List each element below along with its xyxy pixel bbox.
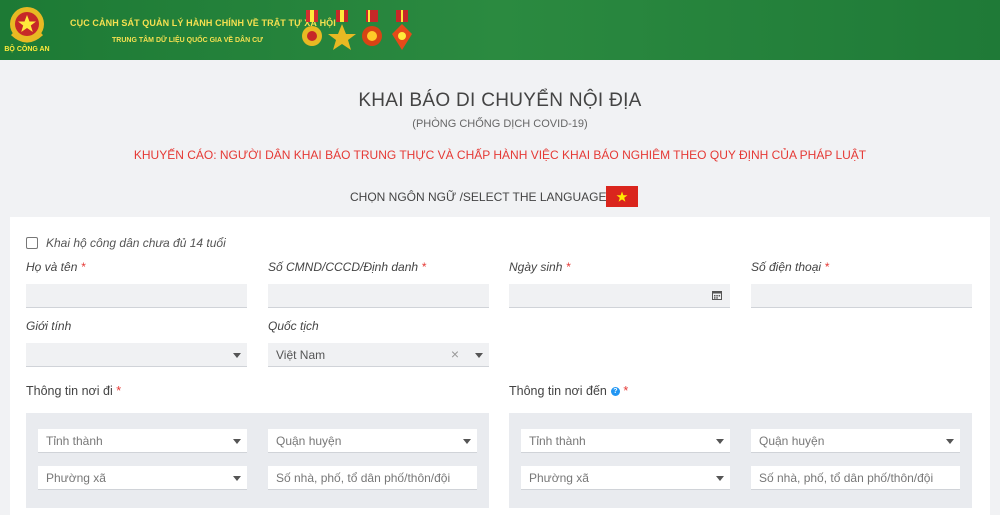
dob-input[interactable] bbox=[509, 284, 730, 308]
clear-icon[interactable]: × bbox=[451, 346, 459, 362]
site-header: BỘ CÔNG AN CỤC CẢNH SÁT QUẢN LÝ HÀNH CHÍ… bbox=[0, 0, 1000, 60]
org-name-line2: TRUNG TÂM DỮ LIỆU QUỐC GIA VỀ DÂN CƯ bbox=[112, 37, 263, 44]
chevron-down-icon bbox=[475, 353, 483, 358]
chevron-down-icon bbox=[463, 439, 471, 444]
logo-caption: BỘ CÔNG AN bbox=[4, 46, 50, 53]
id-number-label: Số CMND/CCCD/Định danh * bbox=[268, 260, 427, 274]
chevron-down-icon bbox=[233, 439, 241, 444]
nationality-label: Quốc tịch bbox=[268, 319, 319, 333]
minor-checkbox[interactable] bbox=[26, 237, 38, 249]
minor-declaration-row[interactable]: Khai hộ công dân chưa đủ 14 tuổi bbox=[26, 236, 226, 250]
full-name-label: Họ và tên * bbox=[26, 260, 86, 274]
destination-district-select[interactable]: Quận huyện bbox=[751, 429, 960, 453]
departure-ward-select[interactable]: Phường xã bbox=[38, 466, 247, 490]
language-label: CHỌN NGÔN NGỮ /SELECT THE LANGUAGE: bbox=[350, 190, 610, 204]
destination-ward-select[interactable]: Phường xã bbox=[521, 466, 730, 490]
destination-address-input[interactable]: Số nhà, phố, tổ dân phố/thôn/đội bbox=[751, 466, 960, 490]
vietnam-flag-language-button[interactable] bbox=[606, 186, 638, 207]
page-title: KHAI BÁO DI CHUYỂN NỘI ĐỊA bbox=[358, 90, 642, 111]
destination-section-label: Thông tin nơi đến? * bbox=[509, 384, 629, 398]
star-icon bbox=[616, 191, 628, 202]
dob-label: Ngày sinh * bbox=[509, 260, 571, 274]
calendar-icon[interactable] bbox=[712, 290, 722, 300]
chevron-down-icon bbox=[946, 439, 954, 444]
gender-select[interactable] bbox=[26, 343, 247, 367]
chevron-down-icon bbox=[716, 476, 724, 481]
medals-icon bbox=[302, 10, 412, 50]
nationality-value: Việt Nam bbox=[276, 348, 326, 362]
nationality-select[interactable]: Việt Nam × bbox=[268, 343, 489, 367]
phone-label: Số điện thoại * bbox=[751, 260, 830, 274]
phone-input[interactable] bbox=[751, 284, 972, 308]
departure-section-label: Thông tin nơi đi * bbox=[26, 384, 122, 398]
departure-district-select[interactable]: Quận huyện bbox=[268, 429, 477, 453]
chevron-down-icon bbox=[233, 476, 241, 481]
destination-province-select[interactable]: Tỉnh thành bbox=[521, 429, 730, 453]
full-name-input[interactable] bbox=[26, 284, 247, 308]
help-icon[interactable]: ? bbox=[610, 387, 620, 397]
warning-notice: KHUYẾN CÁO: NGƯỜI DÂN KHAI BÁO TRUNG THỰ… bbox=[133, 148, 867, 162]
gender-label: Giới tính bbox=[26, 319, 72, 333]
minor-checkbox-label: Khai hộ công dân chưa đủ 14 tuổi bbox=[46, 236, 226, 250]
chevron-down-icon bbox=[716, 439, 724, 444]
id-number-input[interactable] bbox=[268, 284, 489, 308]
page-subtitle: (PHÒNG CHỐNG DỊCH COVID-19) bbox=[412, 118, 588, 130]
departure-address-input[interactable]: Số nhà, phố, tổ dân phố/thôn/đội bbox=[268, 466, 477, 490]
destination-panel bbox=[509, 413, 972, 508]
chevron-down-icon bbox=[233, 353, 241, 358]
org-name-line1: CỤC CẢNH SÁT QUẢN LÝ HÀNH CHÍNH VỀ TRẬT … bbox=[70, 18, 336, 28]
departure-panel bbox=[26, 413, 489, 508]
departure-province-select[interactable]: Tỉnh thành bbox=[38, 429, 247, 453]
